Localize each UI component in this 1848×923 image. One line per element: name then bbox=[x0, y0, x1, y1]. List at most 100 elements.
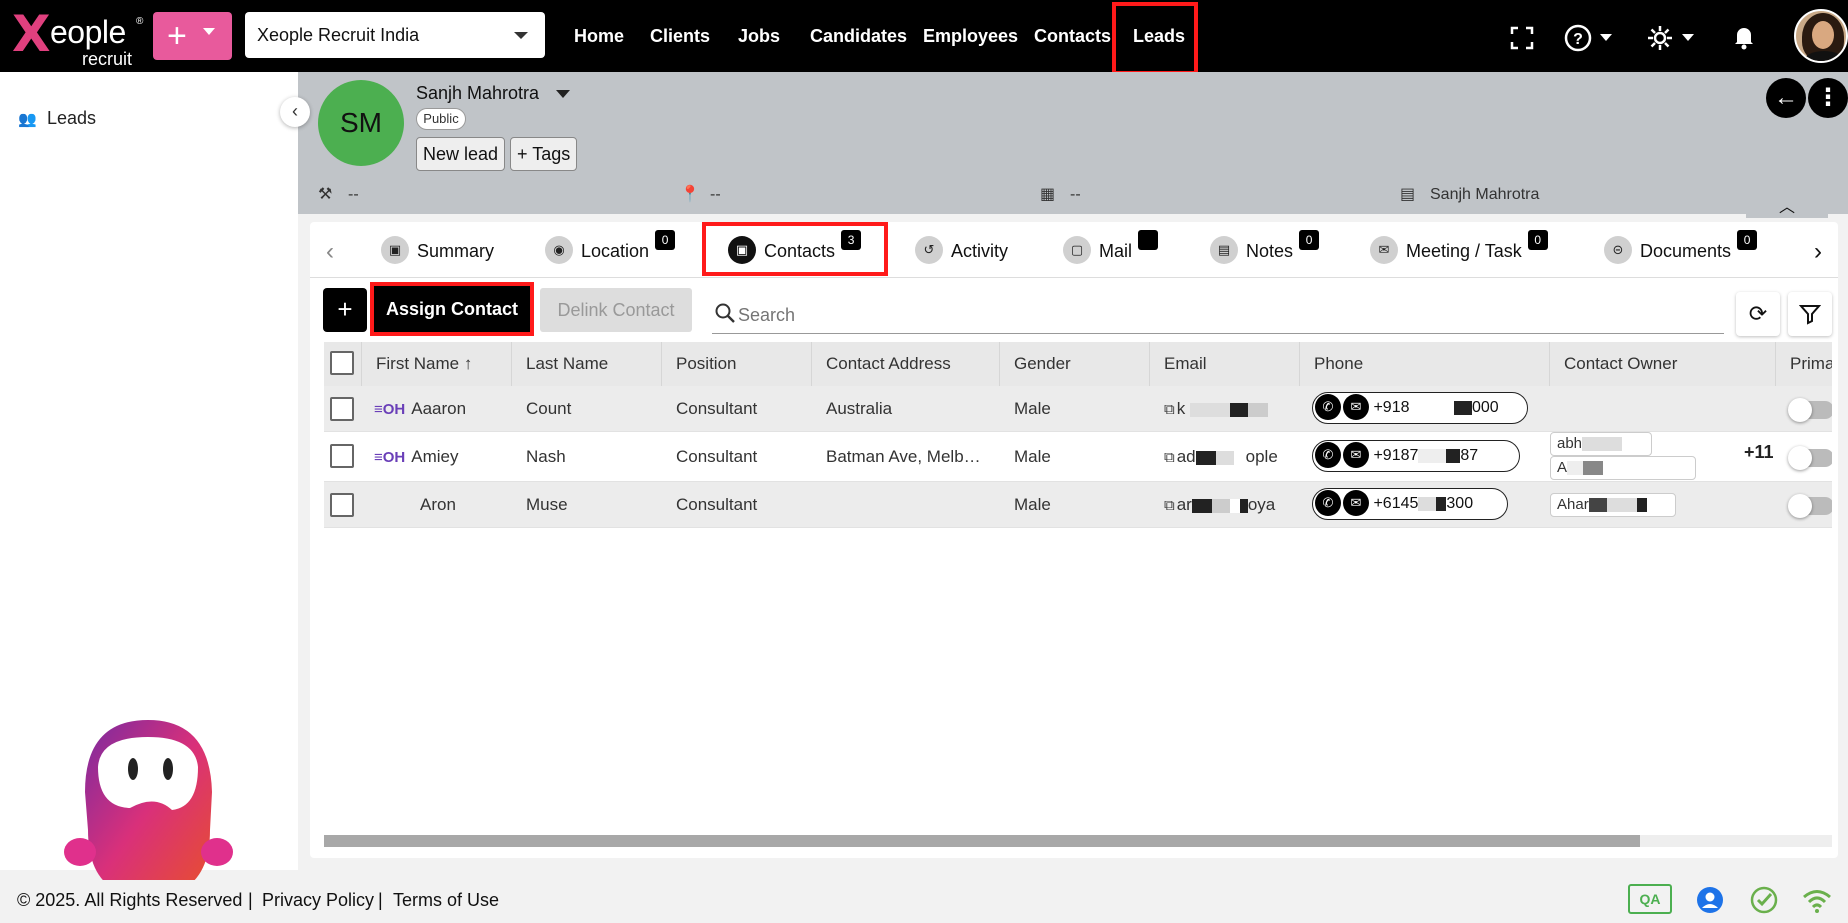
mail-icon: ▢ bbox=[1063, 236, 1091, 264]
col-last-name[interactable]: Last Name bbox=[512, 342, 662, 386]
tab-mail[interactable]: ▢ Mail bbox=[1063, 230, 1159, 264]
chevron-up-icon[interactable]: ︿ bbox=[1746, 196, 1828, 218]
back-arrow-icon[interactable]: ← bbox=[1766, 78, 1806, 118]
phone-pill[interactable]: ✆ ✉ +9187 87 bbox=[1312, 440, 1520, 472]
sidebar-item-leads[interactable]: 👥 Leads bbox=[18, 108, 96, 129]
add-tags-button[interactable]: + Tags bbox=[510, 137, 578, 171]
tab-badge: 0 bbox=[1527, 230, 1548, 250]
delink-contact-button[interactable]: Delink Contact bbox=[540, 288, 692, 332]
tabs-scroll-left-icon[interactable]: ‹ bbox=[326, 238, 334, 266]
col-position[interactable]: Position bbox=[662, 342, 812, 386]
horizontal-scrollbar[interactable] bbox=[324, 835, 1832, 847]
row-checkbox[interactable] bbox=[330, 444, 354, 468]
ticket-icon: ✉ bbox=[1370, 236, 1398, 264]
chevron-down-icon bbox=[514, 32, 528, 39]
gear-icon[interactable] bbox=[1646, 24, 1674, 52]
add-contact-button[interactable]: + bbox=[323, 288, 367, 332]
copy-icon[interactable]: ⧉ bbox=[1164, 433, 1175, 481]
qa-badge[interactable]: QA bbox=[1628, 884, 1672, 914]
check-circle-icon[interactable] bbox=[1750, 886, 1778, 914]
phone-icon[interactable]: ✆ bbox=[1315, 489, 1341, 516]
row-checkbox[interactable] bbox=[330, 397, 354, 421]
logo-word: eople bbox=[50, 14, 126, 50]
user-avatar[interactable] bbox=[1794, 9, 1848, 63]
col-contact-address[interactable]: Contact Address bbox=[812, 342, 1000, 386]
tab-documents[interactable]: ⊝ Documents0 bbox=[1604, 230, 1758, 264]
organization-select[interactable]: Xeople Recruit India bbox=[245, 12, 545, 58]
more-owners-count[interactable]: +11 bbox=[1744, 442, 1774, 463]
col-contact-owner[interactable]: Contact Owner bbox=[1550, 342, 1776, 386]
sidebar-item-label: Leads bbox=[47, 108, 97, 128]
users-icon: 👥 bbox=[18, 111, 37, 128]
nav-home[interactable]: Home bbox=[574, 24, 624, 48]
email[interactable]: k bbox=[1177, 399, 1186, 418]
message-icon[interactable]: ✉ bbox=[1343, 393, 1369, 420]
message-icon[interactable]: ✉ bbox=[1343, 489, 1369, 516]
copy-icon[interactable]: ⧉ bbox=[1164, 387, 1175, 431]
more-options-icon[interactable]: ⋮ bbox=[1808, 78, 1848, 118]
tab-badge: 0 bbox=[655, 230, 676, 250]
footer-separator: | bbox=[248, 890, 253, 910]
tab-notes[interactable]: ▤ Notes0 bbox=[1210, 230, 1320, 264]
col-first-name[interactable]: First Name ↑ bbox=[362, 342, 512, 386]
chevron-down-icon bbox=[203, 28, 215, 35]
email[interactable]: ar bbox=[1177, 495, 1192, 514]
chevron-down-icon[interactable] bbox=[1682, 34, 1694, 41]
top-bar: X eople ® recruit + Xeople Recruit India… bbox=[0, 0, 1848, 75]
col-phone[interactable]: Phone bbox=[1300, 342, 1550, 386]
nav-jobs[interactable]: Jobs bbox=[738, 24, 780, 48]
col-primary[interactable]: Prima bbox=[1776, 342, 1832, 386]
search-input[interactable] bbox=[738, 302, 1698, 328]
tab-meeting-task[interactable]: ✉ Meeting / Task0 bbox=[1370, 230, 1548, 264]
col-email[interactable]: Email bbox=[1150, 342, 1300, 386]
row-checkbox[interactable] bbox=[330, 493, 354, 517]
assign-contact-button[interactable]: Assign Contact bbox=[370, 282, 534, 336]
logo-sub: recruit bbox=[82, 49, 133, 69]
quick-add-button[interactable]: + bbox=[153, 12, 232, 60]
primary-toggle[interactable] bbox=[1788, 446, 1832, 470]
filter-button[interactable] bbox=[1788, 292, 1832, 336]
tabs-scroll-right-icon[interactable]: › bbox=[1814, 238, 1822, 266]
lead-name-dropdown-icon[interactable] bbox=[556, 90, 570, 98]
phone-pill[interactable]: ✆ ✉ +918 000 bbox=[1312, 392, 1528, 424]
select-all-checkbox[interactable] bbox=[330, 351, 354, 375]
phone-icon[interactable]: ✆ bbox=[1315, 393, 1341, 420]
tab-activity[interactable]: ↺ Activity bbox=[915, 236, 1008, 264]
phone-icon[interactable]: ✆ bbox=[1315, 441, 1341, 468]
scrollbar-thumb[interactable] bbox=[324, 835, 1640, 847]
sidebar-collapse-button[interactable]: ‹ bbox=[280, 97, 310, 127]
chevron-down-icon[interactable] bbox=[1600, 34, 1612, 41]
message-icon[interactable]: ✉ bbox=[1343, 441, 1369, 468]
copy-icon[interactable]: ⧉ bbox=[1164, 483, 1175, 527]
table-row[interactable]: Aron Muse Consultant Male ⧉ ar oya ✆ ✉ +614… bbox=[324, 482, 1832, 528]
phone-pill[interactable]: ✆ ✉ +6145 300 bbox=[1312, 488, 1508, 520]
terms-of-use-link[interactable]: Terms of Use bbox=[393, 890, 499, 911]
nav-clients[interactable]: Clients bbox=[650, 24, 710, 48]
help-icon[interactable]: ? bbox=[1564, 24, 1592, 52]
meta-company: ▦ -- bbox=[1040, 186, 1081, 203]
refresh-button[interactable]: ⟳ bbox=[1736, 292, 1780, 336]
nav-employees[interactable]: Employees bbox=[923, 24, 1018, 48]
tab-summary[interactable]: ▣ Summary bbox=[381, 236, 494, 264]
privacy-policy-link[interactable]: Privacy Policy bbox=[262, 890, 374, 911]
primary-toggle[interactable] bbox=[1788, 398, 1832, 422]
account-icon[interactable] bbox=[1696, 886, 1724, 914]
tab-location[interactable]: ◉ Location0 bbox=[545, 230, 676, 264]
table-row[interactable]: ≡OH Amiey Nash Consultant Batman Ave, Mel… bbox=[324, 432, 1832, 482]
plus-icon: + bbox=[517, 144, 533, 164]
plus-icon: + bbox=[167, 17, 187, 55]
fullscreen-icon[interactable] bbox=[1510, 26, 1534, 50]
lead-status-button[interactable]: New lead bbox=[416, 137, 506, 171]
organization-select-value: Xeople Recruit India bbox=[257, 25, 420, 45]
email[interactable]: ad bbox=[1177, 447, 1196, 466]
nav-contacts[interactable]: Contacts bbox=[1034, 24, 1111, 48]
nav-candidates[interactable]: Candidates bbox=[810, 24, 907, 48]
table-row[interactable]: ≡OH Aaaron Count Consultant Australia Mal… bbox=[324, 386, 1832, 432]
bell-icon[interactable] bbox=[1732, 24, 1756, 50]
xeople-logo[interactable]: X eople ® recruit bbox=[10, 4, 143, 69]
primary-toggle[interactable] bbox=[1788, 494, 1832, 518]
footer-separator: | bbox=[378, 890, 383, 910]
sort-arrow-icon: ↑ bbox=[463, 354, 473, 373]
col-gender[interactable]: Gender bbox=[1000, 342, 1150, 386]
copyright-text: © 2025. All Rights Reserved bbox=[17, 890, 243, 910]
